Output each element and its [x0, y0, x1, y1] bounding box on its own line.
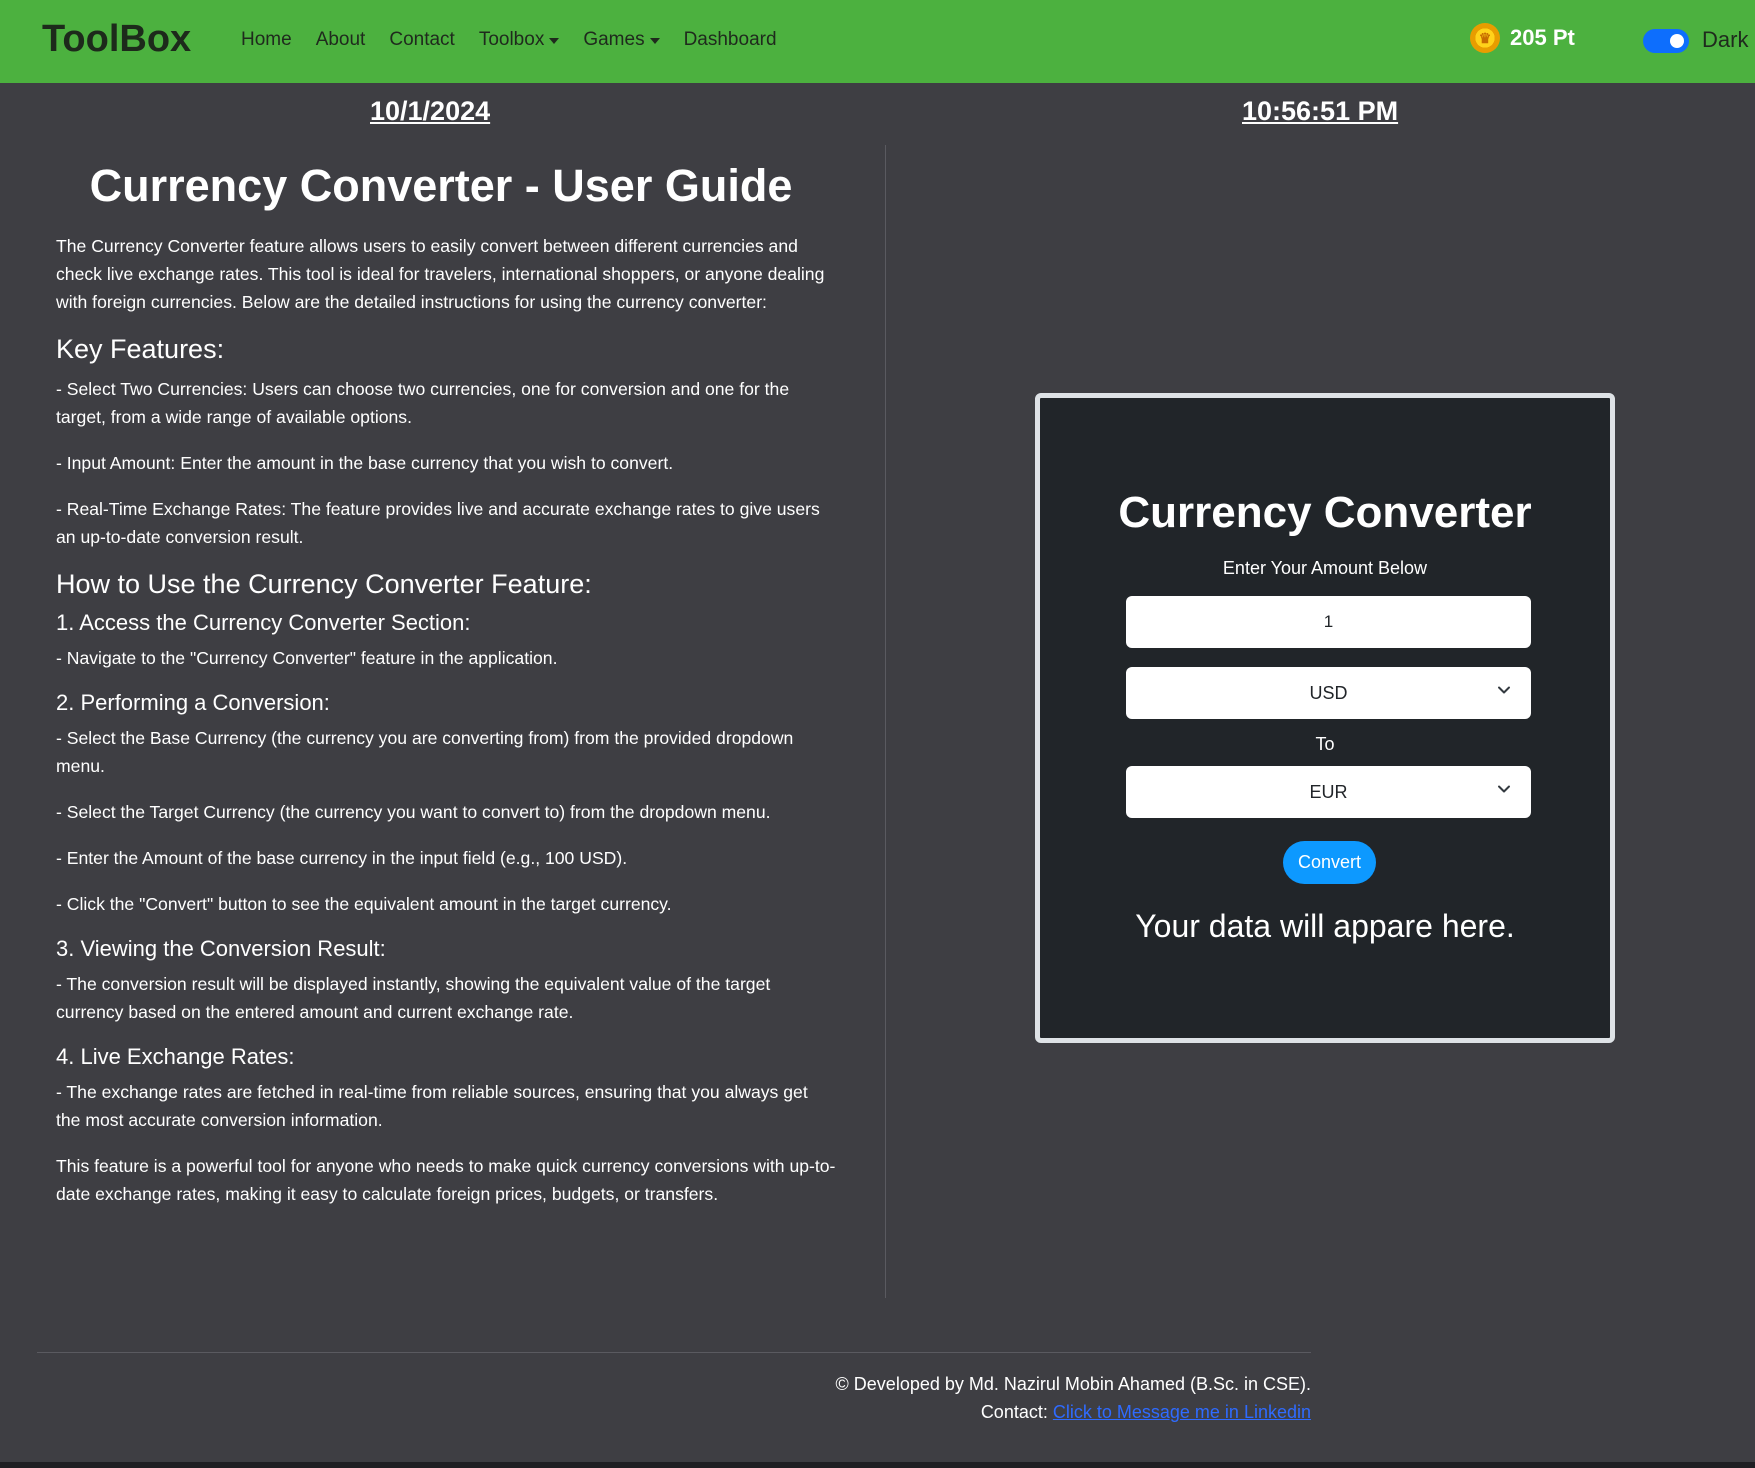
to-currency-value: EUR: [1309, 781, 1348, 802]
key-feature-item: - Real-Time Exchange Rates: The feature …: [56, 499, 820, 547]
step2-item: - Click the "Convert" button to see the …: [56, 894, 672, 914]
step3-heading: 3. Viewing the Conversion Result:: [56, 936, 386, 961]
step1-heading: 1. Access the Currency Converter Section…: [56, 610, 471, 635]
key-features-heading: Key Features:: [56, 334, 225, 364]
nav-games-label: Games: [583, 29, 645, 50]
brand-logo[interactable]: ToolBox: [42, 18, 191, 61]
chevron-down-icon: [1498, 686, 1510, 694]
step4-item: - The exchange rates are fetched in real…: [56, 1082, 808, 1130]
points-label: 205 Pt: [1510, 25, 1575, 50]
nav-toolbox-dropdown[interactable]: Toolbox: [479, 29, 560, 51]
from-currency-select[interactable]: USD: [1126, 667, 1531, 719]
convert-button[interactable]: Convert: [1283, 841, 1376, 884]
vertical-divider: [885, 145, 886, 1298]
step1-item: - Navigate to the "Currency Converter" f…: [56, 648, 558, 668]
conversion-result: Your data will appare here.: [1135, 908, 1515, 944]
bottom-bar: [0, 1462, 1755, 1468]
footer-divider: [37, 1352, 1311, 1353]
step2-heading: 2. Performing a Conversion:: [56, 690, 330, 715]
to-label: To: [1315, 734, 1335, 754]
step2-item: - Select the Target Currency (the curren…: [56, 802, 771, 822]
nav-contact[interactable]: Contact: [389, 29, 454, 51]
guide-closing: This feature is a powerful tool for anyo…: [56, 1156, 836, 1204]
from-currency-value: USD: [1309, 682, 1348, 703]
nav-about[interactable]: About: [316, 29, 366, 51]
toggle-knob: [1670, 34, 1684, 48]
caret-down-icon: [649, 38, 660, 44]
amount-input[interactable]: 1: [1126, 596, 1531, 648]
points-display: ♛ 205 Pt: [1470, 23, 1575, 53]
chevron-down-icon: [1498, 785, 1510, 793]
linkedin-link[interactable]: Click to Message me in Linkedin: [1053, 1402, 1311, 1422]
step2-item: - Enter the Amount of the base currency …: [56, 848, 628, 868]
guide-intro: The Currency Converter feature allows us…: [56, 236, 825, 312]
step3-item: - The conversion result will be displaye…: [56, 974, 771, 1022]
nav-toolbox-label: Toolbox: [478, 29, 545, 50]
top-navbar: ToolBox Home About Contact Toolbox Games…: [0, 0, 1755, 83]
key-feature-item: - Input Amount: Enter the amount in the …: [56, 453, 674, 473]
step4-heading: 4. Live Exchange Rates:: [56, 1044, 295, 1069]
theme-label: Dark: [1702, 27, 1749, 52]
converter-card: Currency Converter Enter Your Amount Bel…: [1035, 393, 1615, 1043]
nav-home[interactable]: Home: [241, 29, 292, 51]
coin-icon: ♛: [1470, 23, 1500, 53]
guide-title: Currency Converter - User Guide: [89, 160, 793, 211]
how-to-heading: How to Use the Currency Converter Featur…: [56, 569, 592, 599]
user-guide: Currency Converter - User Guide The Curr…: [56, 160, 836, 1226]
caret-down-icon: [549, 38, 560, 44]
current-time: 10:56:51 PM: [1242, 96, 1399, 126]
current-date: 10/1/2024: [370, 96, 491, 126]
nav-games-dropdown[interactable]: Games: [583, 29, 660, 51]
key-feature-item: - Select Two Currencies: Users can choos…: [56, 379, 790, 427]
step2-item: - Select the Base Currency (the currency…: [56, 728, 794, 776]
converter-subtitle: Enter Your Amount Below: [1222, 558, 1428, 578]
to-currency-select[interactable]: EUR: [1126, 766, 1531, 818]
footer-credit: © Developed by Md. Nazirul Mobin Ahamed …: [835, 1374, 1311, 1394]
nav-dashboard[interactable]: Dashboard: [684, 29, 777, 51]
dark-mode-toggle[interactable]: [1643, 29, 1689, 53]
contact-label: Contact:: [980, 1402, 1048, 1422]
converter-title: Currency Converter: [1118, 488, 1532, 537]
footer-contact: Contact: Click to Message me in Linkedin: [981, 1402, 1311, 1423]
nav-links: Home About Contact Toolbox Games Dashboa…: [241, 29, 801, 51]
